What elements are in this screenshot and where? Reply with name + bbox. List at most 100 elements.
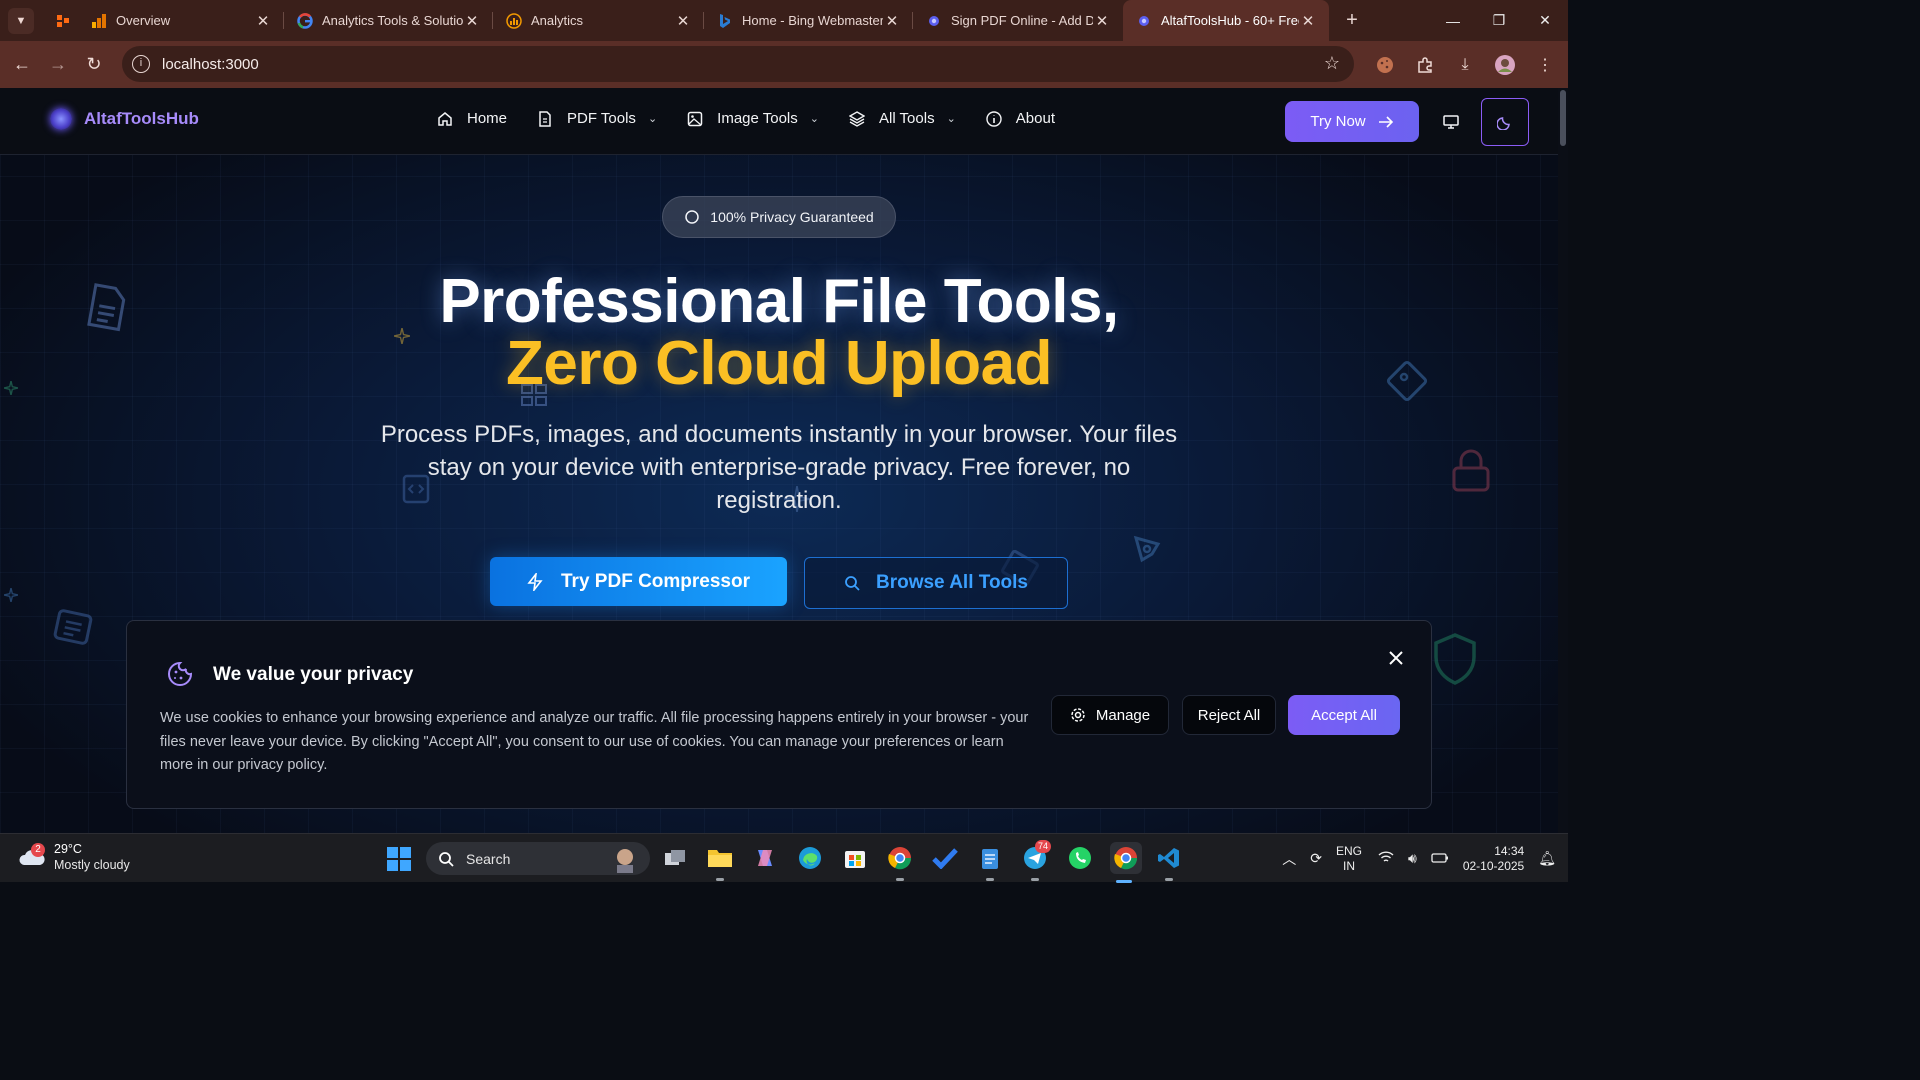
language-indicator[interactable]: ENG IN bbox=[1336, 844, 1362, 874]
reject-all-button[interactable]: Reject All bbox=[1182, 695, 1276, 735]
page-viewport: AltafToolsHub Home PDF Tools ⌄ Image Too… bbox=[0, 88, 1558, 833]
hero-title-line1: Professional File Tools, bbox=[439, 267, 1119, 336]
forward-icon[interactable]: → bbox=[40, 47, 76, 83]
manage-cookies-button[interactable]: Manage bbox=[1051, 695, 1169, 735]
weather-temperature: 29°C bbox=[54, 842, 82, 856]
nav-image-tools[interactable]: Image Tools ⌄ bbox=[687, 110, 819, 127]
copilot-icon[interactable] bbox=[751, 844, 779, 872]
sync-icon[interactable]: ⟳ bbox=[1310, 850, 1322, 867]
todo-icon[interactable] bbox=[931, 844, 959, 872]
close-tab-icon[interactable]: ✕ bbox=[883, 12, 901, 30]
nav-home[interactable]: Home bbox=[437, 110, 507, 127]
browser-menu-icon[interactable]: ⋮ bbox=[1528, 48, 1562, 82]
telegram-badge: 74 bbox=[1035, 840, 1052, 853]
volume-icon[interactable]: 🔊︎ bbox=[1408, 850, 1417, 867]
chrome-profile-icon[interactable] bbox=[886, 844, 914, 881]
nav-all-tools-label: All Tools bbox=[878, 110, 935, 127]
site-header: AltafToolsHub Home PDF Tools ⌄ Image Too… bbox=[0, 88, 1558, 155]
close-icon[interactable] bbox=[1385, 647, 1407, 669]
bookmark-star-icon[interactable]: ☆ bbox=[1324, 53, 1340, 74]
site-info-icon[interactable]: i bbox=[132, 55, 150, 73]
try-pdf-compressor-button[interactable]: Try PDF Compressor bbox=[490, 557, 787, 606]
browser-tab-overview[interactable]: Overview ✕ bbox=[78, 0, 284, 41]
monitor-button[interactable] bbox=[1436, 108, 1466, 136]
accept-all-button[interactable]: Accept All bbox=[1288, 695, 1400, 735]
browser-tab-altaftoolshub[interactable]: AltafToolsHub - 60+ Free ✕ bbox=[1123, 0, 1329, 41]
telegram-icon[interactable]: 74 bbox=[1021, 840, 1052, 881]
browser-tab-bing-webmaster[interactable]: Home - Bing Webmaster ✕ bbox=[704, 0, 913, 41]
edge-icon[interactable] bbox=[796, 844, 824, 872]
pinned-tab[interactable] bbox=[48, 6, 78, 36]
close-window-icon[interactable]: ✕ bbox=[1522, 0, 1568, 41]
tab-label: Overview bbox=[116, 13, 171, 28]
start-button[interactable] bbox=[387, 847, 411, 871]
nav-pdf-tools[interactable]: PDF Tools ⌄ bbox=[537, 110, 657, 127]
clock-time: 14:34 bbox=[1494, 843, 1525, 858]
close-tab-icon[interactable]: ✕ bbox=[674, 12, 692, 30]
chrome-active-icon[interactable] bbox=[1110, 842, 1142, 883]
minimize-icon[interactable]: — bbox=[1430, 0, 1476, 41]
downloads-icon[interactable]: ⤓ bbox=[1448, 48, 1482, 82]
task-view-icon[interactable] bbox=[661, 844, 689, 872]
info-icon bbox=[986, 110, 1002, 127]
whatsapp-icon[interactable] bbox=[1066, 844, 1094, 872]
back-icon[interactable]: ← bbox=[4, 47, 40, 83]
file-explorer-icon[interactable] bbox=[706, 844, 734, 881]
nav-about-label: About bbox=[1015, 110, 1055, 127]
vscode-icon[interactable] bbox=[1155, 844, 1183, 881]
theme-toggle-button[interactable] bbox=[1481, 98, 1529, 146]
nav-all-tools[interactable]: All Tools ⌄ bbox=[848, 110, 956, 127]
microsoft-store-icon[interactable] bbox=[841, 844, 869, 872]
extensions-puzzle-icon[interactable] bbox=[1408, 48, 1442, 82]
clock[interactable]: 14:34 02-10-2025 bbox=[1463, 844, 1524, 874]
browser-toolbar: ← → ↻ i localhost:3000 ☆ ⤓ ⋮ bbox=[0, 41, 1568, 88]
notepad-icon[interactable] bbox=[976, 844, 1004, 881]
cookie-extension-icon[interactable] bbox=[1368, 48, 1402, 82]
main-nav: Home PDF Tools ⌄ Image Tools ⌄ All Tools… bbox=[437, 110, 1085, 127]
close-tab-icon[interactable]: ✕ bbox=[1299, 12, 1317, 30]
page-scrollbar[interactable] bbox=[1558, 88, 1568, 833]
reject-label: Reject All bbox=[1197, 706, 1261, 724]
pinned-app-icon bbox=[57, 14, 69, 27]
browser-tab-analytics[interactable]: Analytics ✕ bbox=[493, 0, 704, 41]
home-icon bbox=[438, 111, 452, 126]
address-text[interactable]: localhost:3000 bbox=[162, 56, 259, 73]
address-bar[interactable]: i localhost:3000 ☆ bbox=[122, 46, 1354, 82]
brand-logo-icon bbox=[50, 108, 72, 130]
taskbar-search[interactable]: Search bbox=[426, 842, 650, 875]
scrollbar-thumb[interactable] bbox=[1560, 90, 1566, 146]
close-tab-icon[interactable]: ✕ bbox=[1093, 12, 1111, 30]
reload-icon[interactable]: ↻ bbox=[76, 47, 112, 83]
shield-decor-icon bbox=[1434, 633, 1476, 685]
wifi-icon[interactable] bbox=[1378, 850, 1394, 867]
window-controls: — ❐ ✕ bbox=[1430, 0, 1568, 41]
moon-icon bbox=[1497, 117, 1510, 130]
lock-decor-icon bbox=[1452, 449, 1490, 492]
search-icon bbox=[845, 576, 860, 591]
tab-search-menu-button[interactable]: ▼ bbox=[8, 7, 34, 34]
tab-label: Home - Bing Webmaster bbox=[742, 13, 883, 28]
weather-widget[interactable]: 2 29°C Mostly cloudy bbox=[18, 841, 130, 873]
browse-all-tools-button[interactable]: Browse All Tools bbox=[804, 557, 1068, 609]
file-text-icon bbox=[539, 110, 551, 127]
analytics-gauge-icon bbox=[505, 12, 523, 30]
gear-icon bbox=[1071, 708, 1085, 722]
chevron-up-icon[interactable]: ︿ bbox=[1282, 849, 1296, 869]
profile-avatar[interactable] bbox=[1488, 48, 1522, 82]
hero-subtitle: Process PDFs, images, and documents inst… bbox=[380, 421, 1178, 514]
sparkle-decor-icon bbox=[4, 588, 18, 602]
nav-about[interactable]: About bbox=[986, 110, 1055, 127]
notification-bell-icon[interactable]: 🔔︎ bbox=[1538, 850, 1556, 867]
image-icon bbox=[687, 111, 703, 126]
new-tab-button[interactable]: + bbox=[1337, 9, 1367, 32]
browser-tab-sign-pdf[interactable]: Sign PDF Online - Add Di ✕ bbox=[913, 0, 1123, 41]
close-tab-icon[interactable]: ✕ bbox=[254, 12, 272, 30]
battery-icon[interactable] bbox=[1431, 851, 1449, 867]
try-now-button[interactable]: Try Now bbox=[1285, 101, 1419, 142]
brand-link[interactable]: AltafToolsHub bbox=[50, 108, 199, 130]
close-tab-icon[interactable]: ✕ bbox=[463, 12, 481, 30]
nav-image-tools-label: Image Tools bbox=[717, 110, 798, 127]
restore-icon[interactable]: ❐ bbox=[1476, 0, 1522, 41]
browser-tab-analytics-tools[interactable]: Analytics Tools & Solution ✕ bbox=[284, 0, 493, 41]
cta-secondary-label: Browse All Tools bbox=[875, 572, 1029, 593]
